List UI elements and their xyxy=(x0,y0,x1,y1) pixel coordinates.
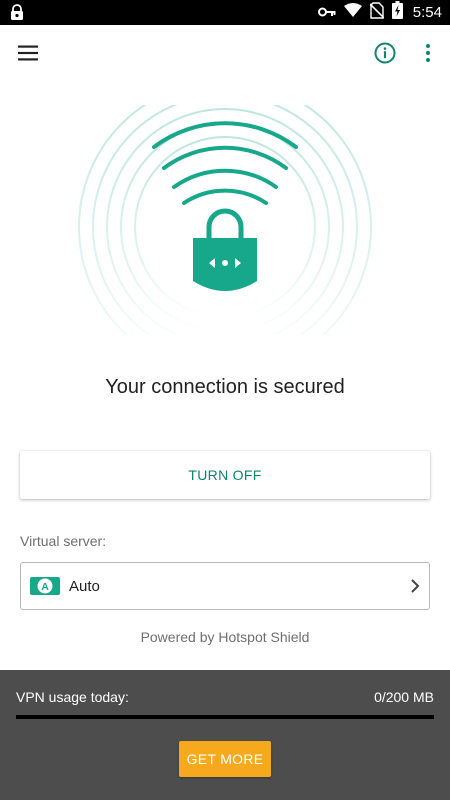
info-icon[interactable] xyxy=(373,41,397,65)
battery-charging-icon xyxy=(391,1,403,24)
ring xyxy=(106,108,344,346)
status-bar: 5:54 xyxy=(0,0,450,25)
usage-progress-bar xyxy=(16,715,434,719)
get-more-label: GET MORE xyxy=(186,751,264,767)
wifi-icon xyxy=(343,3,362,22)
connection-status-text: Your connection is secured xyxy=(105,376,345,398)
signal-arc xyxy=(152,121,298,149)
more-vert-icon[interactable] xyxy=(420,41,436,65)
menu-icon[interactable] xyxy=(14,39,42,67)
top-app-bar xyxy=(0,25,450,81)
signal-arc xyxy=(162,145,288,170)
no-sim-icon xyxy=(369,1,385,24)
ring xyxy=(78,80,372,374)
virtual-server-label: Virtual server: xyxy=(20,533,107,549)
turn-off-button[interactable]: TURN OFF xyxy=(20,451,430,499)
connection-status-graphic xyxy=(75,80,375,374)
server-name: Auto xyxy=(69,578,100,595)
chevron-right-icon xyxy=(409,578,421,599)
vpn-usage-panel: VPN usage today: 0/200 MB xyxy=(0,670,450,800)
auto-location-flag-icon: A xyxy=(30,577,60,595)
get-more-button[interactable]: GET MORE xyxy=(179,741,271,777)
signal-arc xyxy=(172,168,278,189)
powered-by-text: Powered by Hotspot Shield xyxy=(140,629,310,645)
key-icon xyxy=(317,4,336,22)
signal-arc xyxy=(182,188,268,205)
clock: 5:54 xyxy=(412,4,442,21)
lock-icon xyxy=(193,208,257,291)
usage-amount: 0/200 MB xyxy=(374,689,434,705)
virtual-server-selector[interactable]: A Auto xyxy=(20,562,430,610)
vpn-lock-icon xyxy=(10,4,24,26)
ring xyxy=(120,122,330,332)
turn-off-label: TURN OFF xyxy=(188,467,262,483)
flag-letter: A xyxy=(41,581,49,593)
usage-label: VPN usage today: xyxy=(16,689,129,705)
